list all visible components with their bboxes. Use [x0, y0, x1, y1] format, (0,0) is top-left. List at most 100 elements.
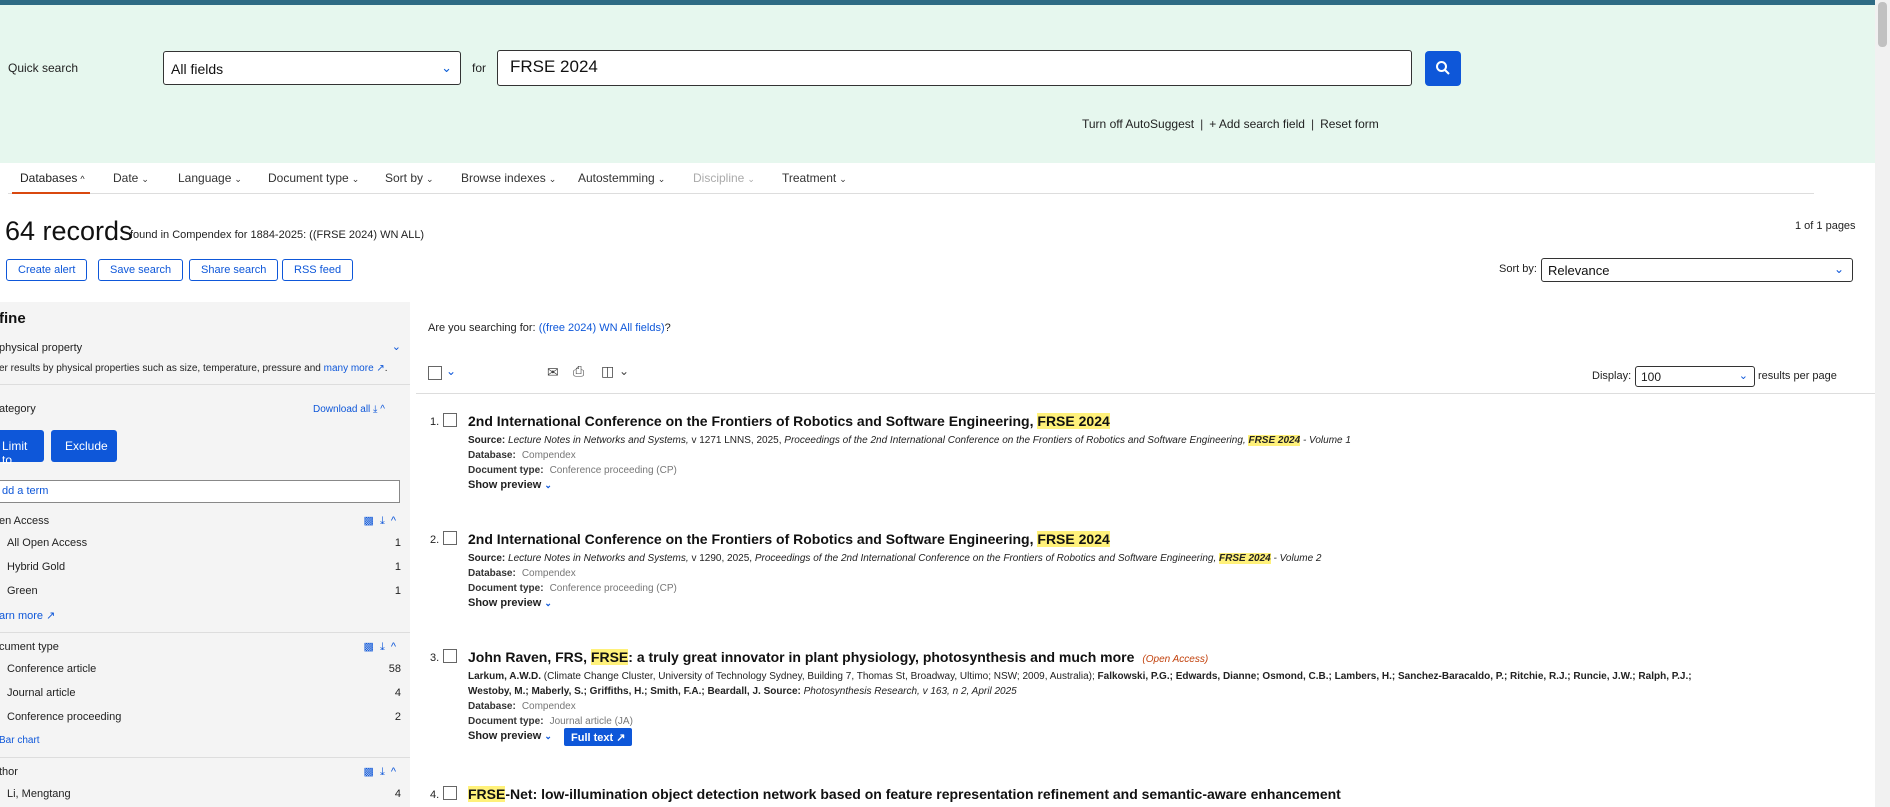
page-scrollbar[interactable] [1875, 0, 1890, 807]
facet-item-label[interactable]: Hybrid Gold [7, 561, 65, 573]
facet-tools[interactable]: ▩⤓^ [364, 514, 402, 528]
result-authors-source: Westoby, M.; Maberly, S.; Griffiths, H.;… [468, 686, 1017, 697]
facet-item-label[interactable]: Green [7, 585, 38, 597]
results-per-page-label: results per page [1758, 370, 1837, 382]
limit-to-button[interactable]: Limit to [0, 430, 44, 467]
bar-chart-link[interactable]: Bar chart [0, 735, 40, 746]
chevron-down-icon: ⌄ [1738, 370, 1748, 382]
facet-tools[interactable]: ▩⤓^ [364, 765, 402, 779]
sort-by-label: Sort by: [1499, 263, 1537, 275]
email-icon[interactable]: ✉ [547, 364, 559, 381]
chevron-down-icon: ⌄ [544, 598, 552, 608]
external-link-icon: ↗ [616, 732, 626, 744]
tab-databases[interactable]: Databases ^ [12, 171, 90, 194]
suggestion-link[interactable]: ((free 2024) WN All fields) [539, 322, 665, 334]
tab-autostemming[interactable]: Autostemming ⌄ [578, 171, 665, 185]
tab-browse-indexes[interactable]: Browse indexes ⌄ [461, 171, 556, 185]
search-summary: found in Compendex for 1884-2025: ((FRSE… [130, 229, 425, 241]
search-field-select[interactable]: All fields ⌄ [163, 51, 461, 85]
print-icon[interactable]: ⎙ [573, 363, 584, 380]
search-icon [1436, 61, 1450, 75]
result-title[interactable]: 2nd International Conference on the Fron… [468, 531, 1110, 547]
exclude-button[interactable]: Exclude [51, 430, 117, 462]
add-term-input[interactable]: dd a term [0, 480, 400, 503]
physical-property-heading[interactable]: physical property [0, 342, 82, 354]
chevron-down-icon[interactable]: ⌄ [619, 364, 629, 378]
show-preview-link[interactable]: Show preview ⌄ [468, 730, 552, 742]
result-checkbox[interactable] [443, 413, 457, 427]
chevron-down-icon: ⌄ [234, 174, 242, 184]
facet-item-count: 1 [394, 537, 401, 549]
download-icon: ⤓ [379, 766, 391, 778]
result-source: Source: Lecture Notes in Networks and Sy… [468, 553, 1322, 564]
author-heading: thor [0, 766, 18, 778]
facet-item-count: 4 [394, 788, 401, 800]
export-icon[interactable]: ◫ [601, 363, 614, 380]
sort-select[interactable]: Relevance ⌄ [1541, 258, 1853, 282]
chevron-down-icon: ⌄ [441, 60, 452, 75]
chevron-down-icon[interactable]: ⌄ [446, 364, 456, 378]
facet-item-label[interactable]: Li, Mengtang [7, 788, 71, 800]
add-search-field-link[interactable]: + Add search field [1209, 117, 1305, 131]
result-database: Database: Compendex [468, 450, 576, 461]
facet-item-label[interactable]: Conference proceeding [7, 711, 121, 723]
show-preview-link[interactable]: Show preview ⌄ [468, 597, 552, 609]
facet-item-count: 1 [394, 561, 401, 573]
quick-search-label: Quick search [8, 61, 79, 75]
physical-property-desc: er results by physical properties such a… [0, 363, 388, 374]
chart-icon: ▩ [363, 766, 380, 778]
chevron-down-icon: ⌄ [548, 174, 557, 184]
chevron-up-icon: ^ [80, 174, 85, 184]
result-checkbox[interactable] [443, 786, 457, 800]
result-checkbox[interactable] [443, 531, 457, 545]
facet-item-label[interactable]: All Open Access [7, 537, 87, 549]
results-per-page-select[interactable]: 100 ⌄ [1635, 366, 1755, 387]
rss-feed-button[interactable]: RSS feed [282, 259, 354, 281]
refine-heading: fine [0, 310, 26, 327]
reset-form-link[interactable]: Reset form [1320, 117, 1379, 131]
result-doc-type: Document type: Conference proceeding (CP) [468, 465, 677, 476]
result-title[interactable]: John Raven, FRS, FRSE: a truly great inn… [468, 649, 1208, 665]
chevron-up-icon: ^ [390, 515, 402, 527]
facet-item-count: 4 [394, 687, 401, 699]
create-alert-button[interactable]: Create alert [6, 259, 88, 281]
chevron-up-icon: ^ [390, 766, 402, 778]
search-input[interactable]: FRSE 2024 [497, 50, 1412, 86]
result-checkbox[interactable] [443, 649, 457, 663]
chevron-down-icon: ⌄ [426, 174, 434, 184]
external-link-icon: ↗ [46, 610, 56, 622]
external-link-icon: ↗ [376, 363, 385, 374]
many-more-link[interactable]: many more [324, 363, 374, 374]
result-title[interactable]: 2nd International Conference on the Fron… [468, 413, 1110, 429]
facet-item-label[interactable]: Conference article [7, 663, 96, 675]
download-icon: ⤓ [379, 515, 391, 527]
chevron-up-icon: ^ [390, 641, 402, 653]
search-button[interactable] [1425, 51, 1461, 86]
filter-tabs: Databases ^ Date ⌄ Language ⌄ Document type… [8, 163, 1814, 194]
records-count: 64 records [5, 216, 133, 246]
learn-more-link[interactable]: arn more ↗ [0, 609, 55, 622]
tab-document-type[interactable]: Document type ⌄ [268, 171, 359, 185]
facet-item-count: 58 [388, 663, 401, 675]
facet-tools[interactable]: ▩⤓^ [364, 640, 402, 654]
tab-language[interactable]: Language ⌄ [178, 171, 242, 185]
autosuggest-toggle-link[interactable]: Turn off AutoSuggest [1082, 117, 1194, 131]
tab-sort-by[interactable]: Sort by ⌄ [385, 171, 434, 185]
facet-item-label[interactable]: Journal article [7, 687, 75, 699]
did-you-mean: Are you searching for: ((free 2024) WN A… [428, 322, 671, 334]
share-search-button[interactable]: Share search [189, 259, 279, 281]
chevron-down-icon[interactable]: ⌄ [392, 340, 401, 353]
open-access-badge: (Open Access) [1142, 654, 1209, 665]
tab-treatment[interactable]: Treatment ⌄ [782, 171, 847, 185]
select-all-checkbox[interactable] [428, 366, 442, 380]
tab-date[interactable]: Date ⌄ [113, 171, 149, 185]
result-title[interactable]: FRSE-Net: low-illumination object detect… [468, 786, 1341, 802]
save-search-button[interactable]: Save search [98, 259, 184, 281]
download-icon: ⤓ [379, 641, 391, 653]
full-text-button[interactable]: Full text ↗ [564, 728, 633, 746]
download-all-link[interactable]: Download all ⤓ ^ [313, 404, 385, 415]
result-authors: Larkum, A.W.D. (Climate Change Cluster, … [468, 671, 1692, 682]
show-preview-link[interactable]: Show preview ⌄ [468, 479, 552, 491]
scrollbar-thumb[interactable] [1878, 2, 1887, 47]
search-options-links: Turn off AutoSuggest | + Add search field |… [1082, 117, 1379, 131]
